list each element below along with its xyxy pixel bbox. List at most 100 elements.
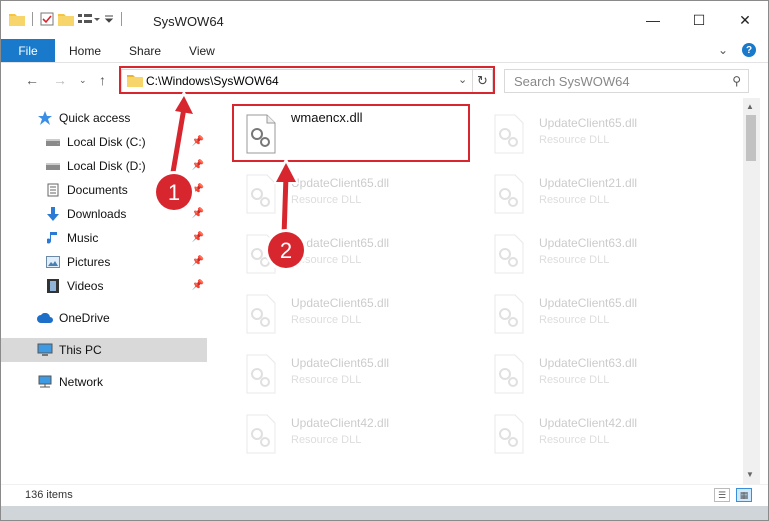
sidebar-item-label: Music — [67, 231, 99, 245]
pin-icon: 📌 — [191, 184, 204, 195]
file-type: Resource DLL — [291, 254, 362, 266]
file-name: UpdateClient65.dll — [291, 176, 390, 190]
pin-icon: 📌 — [191, 256, 204, 267]
file-name: UpdateClient63.dll — [539, 356, 638, 370]
pin-icon: 📌 — [191, 136, 204, 147]
properties-icon[interactable] — [40, 12, 54, 26]
file-item-wmaencx[interactable]: wmaencx.dll — [233, 106, 465, 162]
dropdown-arrow-icon[interactable] — [104, 12, 114, 26]
new-folder-icon[interactable] — [58, 12, 74, 26]
help-icon[interactable]: ? — [742, 43, 756, 57]
file-name: UpdateClient21.dll — [539, 176, 638, 190]
dll-file-gear-icon — [246, 414, 276, 454]
sidebar-item-label: Documents — [67, 183, 128, 197]
ribbon-tabs: File Home Share View ⌄ ? — [1, 39, 768, 62]
sidebar-item-onedrive[interactable]: OneDrive — [37, 306, 207, 330]
folder-icon[interactable] — [9, 12, 25, 26]
pin-icon: 📌 — [191, 232, 204, 243]
sidebar-item-downloads[interactable]: Downloads 📌 — [45, 202, 207, 226]
expand-ribbon-icon[interactable]: ⌄ — [718, 43, 728, 57]
file-name: UpdateClient65.dll — [539, 296, 638, 310]
sidebar-item-label: Videos — [67, 279, 104, 293]
network-icon — [37, 374, 53, 390]
file-item[interactable]: UpdateClient65.dll Resource DLL — [233, 166, 465, 222]
details-view-icon[interactable]: ☰ — [714, 488, 730, 502]
sidebar-item-pictures[interactable]: Pictures 📌 — [45, 250, 207, 274]
tiles-view-icon[interactable]: ▦ — [736, 488, 752, 502]
sidebar-item-music[interactable]: Music 📌 — [45, 226, 207, 250]
search-box[interactable]: Search SysWOW64 ⚲ — [504, 69, 749, 93]
dll-file-gear-icon — [246, 294, 276, 334]
file-name: UpdateClient65.dll — [539, 116, 638, 130]
close-button[interactable]: ✕ — [722, 1, 768, 39]
dll-file-gear-icon — [246, 114, 276, 154]
scroll-up-icon[interactable]: ▲ — [746, 102, 754, 111]
minimize-icon: — — [646, 12, 660, 28]
address-dropdown-icon[interactable]: ⌄ — [458, 73, 467, 86]
file-type: Resource DLL — [291, 374, 362, 386]
tab-home[interactable]: Home — [55, 39, 115, 62]
minimize-button[interactable]: — — [630, 1, 676, 39]
toolbar-separator — [32, 12, 33, 26]
dll-file-gear-icon — [494, 114, 524, 154]
pin-icon: 📌 — [191, 280, 204, 291]
file-item[interactable]: UpdateClient65.dll Resource DLL — [481, 286, 713, 342]
file-item[interactable]: UpdateClient65.dll Resource DLL — [233, 226, 465, 282]
file-item[interactable]: UpdateClient42.dll Resource DLL — [481, 406, 713, 462]
pin-icon: 📌 — [191, 208, 204, 219]
file-type: Resource DLL — [291, 194, 362, 206]
desktop-background-strip — [1, 506, 768, 520]
back-arrow-icon[interactable]: ← — [25, 72, 39, 88]
sidebar-item-videos[interactable]: Videos 📌 — [45, 274, 207, 298]
vertical-scrollbar[interactable]: ▲ ▼ — [743, 98, 760, 484]
file-type: Resource DLL — [291, 434, 362, 446]
file-item[interactable]: UpdateClient42.dll Resource DLL — [233, 406, 465, 462]
sidebar-item-label: Pictures — [67, 255, 111, 269]
address-bar[interactable]: C:\Windows\SysWOW64 ⌄ ↻ — [121, 69, 493, 93]
music-note-icon — [45, 230, 61, 246]
folder-icon — [127, 75, 143, 87]
sidebar-item-local-disk-c[interactable]: Local Disk (C:) 📌 — [45, 130, 207, 154]
tab-share[interactable]: Share — [115, 39, 175, 62]
cloud-icon — [37, 310, 53, 326]
sidebar-item-label: This PC — [59, 343, 102, 357]
up-arrow-icon[interactable]: ↑ — [99, 72, 106, 88]
search-icon[interactable]: ⚲ — [732, 74, 741, 88]
drive-icon — [45, 158, 61, 174]
search-input[interactable]: Search SysWOW64 — [514, 74, 630, 89]
address-path[interactable]: C:\Windows\SysWOW64 — [146, 74, 279, 88]
recent-locations-chevron-icon[interactable]: ⌄ — [79, 75, 87, 86]
tab-view[interactable]: View — [175, 39, 229, 62]
customize-toolbar-icon[interactable] — [78, 12, 100, 26]
refresh-icon[interactable]: ↻ — [472, 70, 492, 92]
sidebar-item-local-disk-d[interactable]: Local Disk (D:) 📌 — [45, 154, 207, 178]
file-item[interactable]: UpdateClient65.dll Resource DLL — [481, 106, 713, 162]
maximize-button[interactable]: ☐ — [676, 1, 722, 39]
view-toggle: ☰ ▦ — [714, 488, 752, 502]
item-count: 136 items — [25, 489, 73, 501]
tab-file[interactable]: File — [1, 39, 55, 62]
forward-arrow-icon[interactable]: → — [53, 72, 67, 88]
file-item[interactable]: UpdateClient63.dll Resource DLL — [481, 346, 713, 402]
sidebar-item-this-pc[interactable]: This PC — [1, 338, 207, 362]
file-item[interactable]: UpdateClient65.dll Resource DLL — [233, 286, 465, 342]
dll-file-gear-icon — [494, 294, 524, 334]
sidebar-item-network[interactable]: Network — [37, 370, 207, 394]
sidebar-item-label: OneDrive — [59, 311, 110, 325]
sidebar-item-documents[interactable]: Documents 📌 — [45, 178, 207, 202]
sidebar-item-quick-access[interactable]: Quick access — [37, 106, 207, 130]
maximize-icon: ☐ — [692, 11, 706, 28]
file-type: Resource DLL — [539, 314, 610, 326]
file-item[interactable]: UpdateClient65.dll Resource DLL — [233, 346, 465, 402]
file-item[interactable]: UpdateClient21.dll Resource DLL — [481, 166, 713, 222]
file-item[interactable]: UpdateClient63.dll Resource DLL — [481, 226, 713, 282]
quick-access-toolbar — [9, 12, 125, 26]
scrollbar-thumb[interactable] — [746, 115, 756, 161]
dll-file-gear-icon — [494, 174, 524, 214]
sidebar-item-label: Downloads — [67, 207, 127, 221]
file-type: Resource DLL — [291, 314, 362, 326]
file-type: Resource DLL — [539, 134, 610, 146]
title-bar: SysWOW64 — ☐ ✕ — [1, 1, 768, 39]
file-explorer-window: SysWOW64 — ☐ ✕ File Home Share View ⌄ ? … — [0, 0, 769, 521]
scroll-down-icon[interactable]: ▼ — [746, 470, 754, 479]
